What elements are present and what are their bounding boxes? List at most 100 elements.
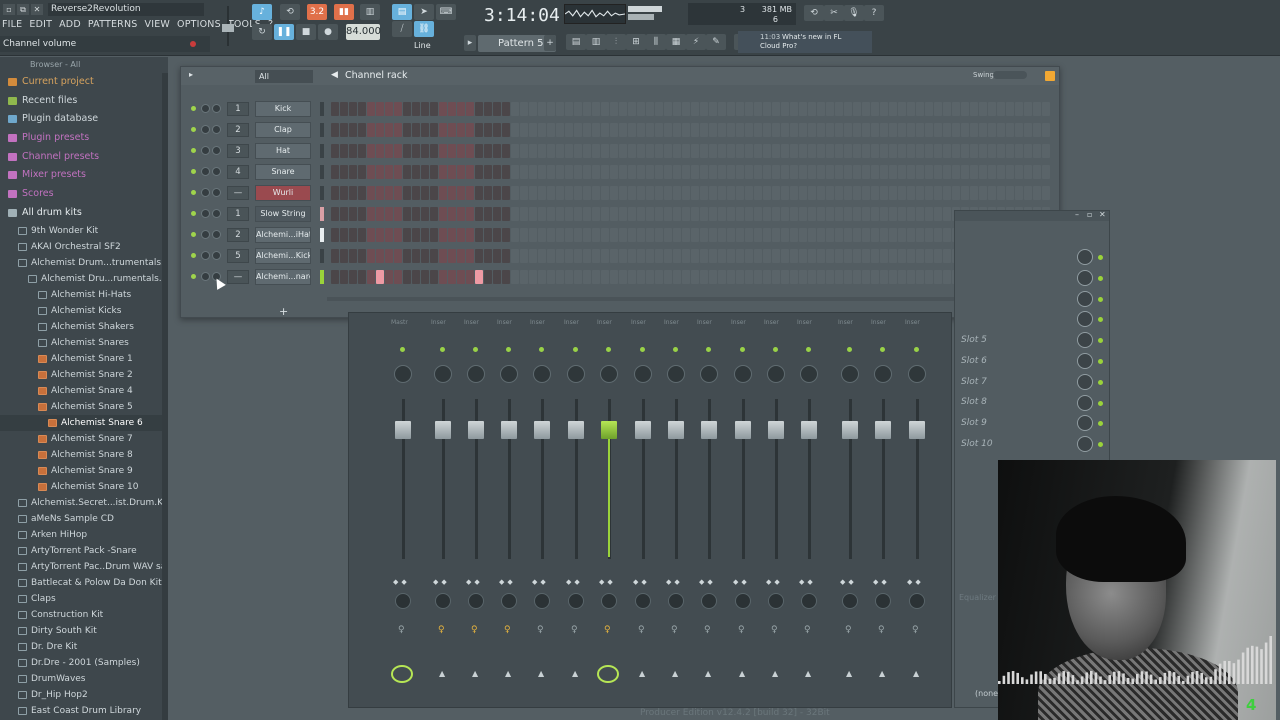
step-button[interactable] — [673, 102, 681, 116]
channel-volume-knob[interactable] — [212, 251, 221, 260]
mixer-strip[interactable]: Inser ◆◆ ♀ ▲ — [660, 313, 693, 707]
step-button[interactable] — [826, 228, 834, 242]
step-button[interactable] — [502, 165, 510, 179]
step-button[interactable] — [520, 144, 528, 158]
step-button[interactable] — [844, 123, 852, 137]
mixer-strip[interactable]: Inser ◆◆ ♀ ▲ — [760, 313, 793, 707]
step-button[interactable] — [700, 207, 708, 221]
mixer-route-icon[interactable]: ▲ — [739, 669, 745, 678]
mixer-stereo-sep-knob[interactable] — [435, 593, 451, 609]
step-button[interactable] — [574, 165, 582, 179]
slot-enable-led[interactable] — [1098, 338, 1103, 344]
step-button[interactable] — [772, 207, 780, 221]
step-button[interactable] — [358, 165, 366, 179]
step-button[interactable] — [772, 102, 780, 116]
mixer-pan-knob[interactable] — [908, 365, 926, 383]
step-button[interactable] — [970, 144, 978, 158]
channel-name-button[interactable]: Kick — [255, 101, 311, 117]
step-button[interactable] — [799, 270, 807, 284]
step-button[interactable] — [448, 249, 456, 263]
step-button[interactable] — [448, 186, 456, 200]
step-button[interactable] — [349, 102, 357, 116]
minimize-button[interactable]: ▫ — [3, 4, 15, 15]
step-button[interactable] — [790, 144, 798, 158]
mixer-route-icon[interactable]: ▲ — [772, 669, 778, 678]
mixer-stereo-icon[interactable]: ◆◆ — [499, 578, 516, 586]
browser-folder[interactable]: ArtyTorrent Pac..Drum WAV samples — [0, 559, 168, 575]
mixer-stereo-sep-knob[interactable] — [801, 593, 817, 609]
step-button[interactable] — [367, 144, 375, 158]
channel-select-indicator[interactable] — [320, 123, 324, 137]
step-button[interactable] — [349, 207, 357, 221]
step-button[interactable] — [646, 249, 654, 263]
step-button[interactable] — [664, 186, 672, 200]
step-button[interactable] — [700, 102, 708, 116]
step-button[interactable] — [835, 123, 843, 137]
step-button[interactable] — [673, 144, 681, 158]
step-button[interactable] — [601, 144, 609, 158]
step-button[interactable] — [385, 228, 393, 242]
step-button[interactable] — [376, 102, 384, 116]
mixer-pan-knob[interactable] — [667, 365, 685, 383]
step-button[interactable] — [619, 186, 627, 200]
mixer-stereo-sep-knob[interactable] — [875, 593, 891, 609]
step-button[interactable] — [493, 270, 501, 284]
step-button[interactable] — [826, 102, 834, 116]
step-button[interactable] — [790, 102, 798, 116]
step-button[interactable] — [790, 207, 798, 221]
step-button[interactable] — [907, 165, 915, 179]
step-button[interactable] — [943, 102, 951, 116]
step-button[interactable] — [898, 102, 906, 116]
mixer-stereo-sep-knob[interactable] — [735, 593, 751, 609]
step-button[interactable] — [835, 165, 843, 179]
mixer-send-icon[interactable]: ♀ — [638, 625, 645, 635]
browser-file[interactable]: Alchemist Snare 2 — [0, 367, 168, 383]
step-button[interactable] — [655, 249, 663, 263]
mixer-stereo-icon[interactable]: ◆◆ — [433, 578, 450, 586]
step-button[interactable] — [1006, 123, 1014, 137]
step-button[interactable] — [412, 228, 420, 242]
step-button[interactable] — [871, 186, 879, 200]
step-button[interactable] — [1015, 123, 1023, 137]
step-button[interactable] — [844, 270, 852, 284]
record-button[interactable]: ● — [318, 24, 338, 40]
step-button[interactable] — [637, 102, 645, 116]
window-minimize-icon[interactable]: – — [1075, 210, 1079, 219]
step-button[interactable] — [844, 165, 852, 179]
step-button[interactable] — [367, 165, 375, 179]
step-button[interactable] — [610, 270, 618, 284]
step-button[interactable] — [781, 228, 789, 242]
step-button[interactable] — [403, 186, 411, 200]
step-button[interactable] — [439, 102, 447, 116]
step-button[interactable] — [1042, 165, 1050, 179]
step-button[interactable] — [394, 249, 402, 263]
step-button[interactable] — [844, 144, 852, 158]
mixer-route-icon[interactable]: ▲ — [879, 669, 885, 678]
mixer-mute-led[interactable] — [539, 347, 544, 352]
step-button[interactable] — [538, 102, 546, 116]
channel-name-button[interactable]: Alchemi...nare 6 — [255, 269, 311, 285]
mixer-stereo-sep-knob[interactable] — [909, 593, 925, 609]
step-button[interactable] — [781, 165, 789, 179]
mixer-send-icon[interactable]: ♀ — [504, 625, 511, 635]
step-button[interactable] — [358, 186, 366, 200]
step-button[interactable] — [574, 144, 582, 158]
step-button[interactable] — [745, 186, 753, 200]
step-button[interactable] — [331, 123, 339, 137]
step-button[interactable] — [745, 165, 753, 179]
step-button[interactable] — [682, 249, 690, 263]
step-button[interactable] — [754, 186, 762, 200]
step-button[interactable] — [655, 102, 663, 116]
step-button[interactable] — [808, 207, 816, 221]
step-button[interactable] — [916, 186, 924, 200]
step-button[interactable] — [709, 186, 717, 200]
insert-slot[interactable]: Slot 9 — [961, 415, 1061, 431]
step-button[interactable] — [655, 228, 663, 242]
step-button[interactable] — [880, 207, 888, 221]
step-button[interactable] — [691, 186, 699, 200]
step-button[interactable] — [376, 207, 384, 221]
mixer-stereo-icon[interactable]: ◆◆ — [633, 578, 650, 586]
step-button[interactable] — [511, 270, 519, 284]
step-button[interactable] — [367, 186, 375, 200]
step-button[interactable] — [367, 123, 375, 137]
